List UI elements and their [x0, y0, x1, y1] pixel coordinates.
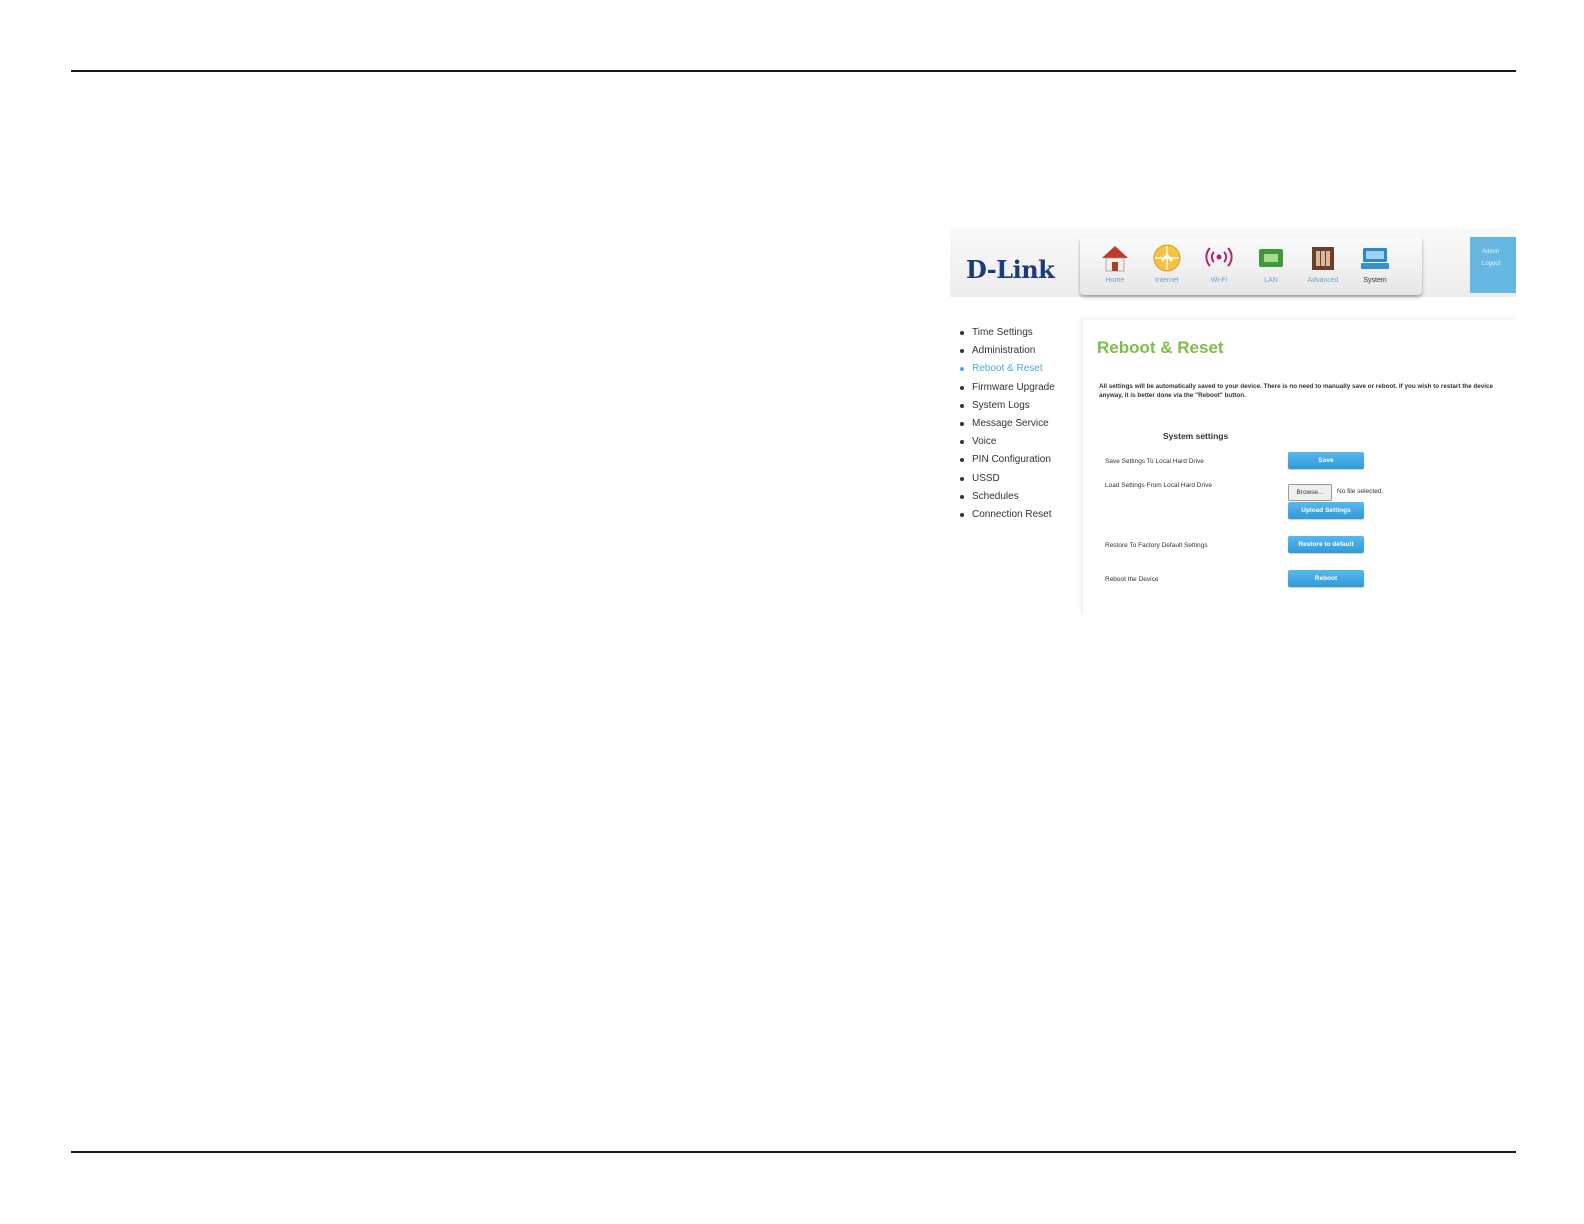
restore-default-button[interactable]: Restore to default — [1288, 536, 1364, 553]
user-menu: Admin Logout — [1470, 237, 1516, 293]
sidebar-item-firmware-upgrade[interactable]: Firmware Upgrade — [956, 379, 1055, 397]
page-title: Reboot & Reset — [1097, 338, 1224, 357]
user-menu-admin[interactable]: Admin — [1482, 249, 1516, 255]
internet-icon — [1152, 243, 1182, 273]
reboot-button[interactable]: Reboot — [1288, 570, 1364, 587]
load-settings-label: Load Settings From Local Hard Drive — [1105, 482, 1212, 489]
wifi-icon — [1204, 243, 1234, 273]
home-icon — [1100, 243, 1130, 273]
sidebar-item-ussd[interactable]: USSD — [956, 470, 1055, 488]
nav-home-label: Home — [1105, 277, 1125, 284]
file-status: No file selected. — [1337, 488, 1384, 495]
user-menu-logout[interactable]: Logout — [1482, 261, 1516, 267]
main-nav: Home Internet Wi-Fi LAN Advanced System — [1080, 237, 1422, 295]
reboot-device-label: Reboot the Device — [1105, 576, 1159, 583]
save-settings-label: Save Settings To Local Hard Drive — [1105, 458, 1204, 465]
sidebar-item-pin-configuration[interactable]: PIN Configuration — [956, 451, 1055, 469]
sidebar-item-voice[interactable]: Voice — [956, 433, 1055, 451]
nav-system[interactable]: System — [1350, 243, 1400, 284]
content-panel: Reboot & Reset All settings will be auto… — [1082, 320, 1516, 613]
nav-advanced[interactable]: Advanced — [1298, 243, 1348, 284]
sidebar-item-schedules[interactable]: Schedules — [956, 488, 1055, 506]
nav-lan-label: LAN — [1264, 277, 1278, 284]
restore-defaults-label: Restore To Factory Default Settings — [1105, 542, 1208, 549]
browse-button[interactable]: Browse... — [1288, 484, 1332, 501]
nav-internet-label: Internet — [1155, 277, 1179, 284]
lan-icon — [1256, 243, 1286, 273]
sidebar-item-administration[interactable]: Administration — [956, 342, 1055, 360]
sidebar-item-system-logs[interactable]: System Logs — [956, 397, 1055, 415]
sidebar-item-time-settings[interactable]: Time Settings — [956, 324, 1055, 342]
bottom-rule — [71, 1151, 1516, 1153]
nav-internet[interactable]: Internet — [1142, 243, 1192, 284]
nav-wifi[interactable]: Wi-Fi — [1194, 243, 1244, 284]
nav-lan[interactable]: LAN — [1246, 243, 1296, 284]
router-ui-screenshot: D-Link Home Internet Wi-Fi LAN Advanced … — [950, 227, 1516, 613]
section-title: System settings — [1163, 431, 1229, 441]
system-icon — [1360, 243, 1390, 273]
save-button[interactable]: Save — [1288, 452, 1364, 469]
top-rule — [71, 70, 1516, 72]
advanced-icon — [1308, 243, 1338, 273]
sidebar-menu: Time Settings Administration Reboot & Re… — [956, 324, 1055, 524]
sidebar-item-message-service[interactable]: Message Service — [956, 415, 1055, 433]
upload-settings-button[interactable]: Upload Settings — [1288, 502, 1364, 519]
dlink-logo: D-Link — [966, 255, 1055, 284]
nav-system-label: System — [1363, 277, 1387, 284]
page-description: All settings will be automatically saved… — [1099, 383, 1494, 399]
sidebar-item-connection-reset[interactable]: Connection Reset — [956, 506, 1055, 524]
sidebar-item-reboot-reset[interactable]: Reboot & Reset — [956, 360, 1055, 378]
nav-wifi-label: Wi-Fi — [1210, 277, 1228, 284]
nav-advanced-label: Advanced — [1307, 277, 1339, 284]
nav-home[interactable]: Home — [1090, 243, 1140, 284]
header-bar: D-Link Home Internet Wi-Fi LAN Advanced … — [950, 227, 1516, 297]
